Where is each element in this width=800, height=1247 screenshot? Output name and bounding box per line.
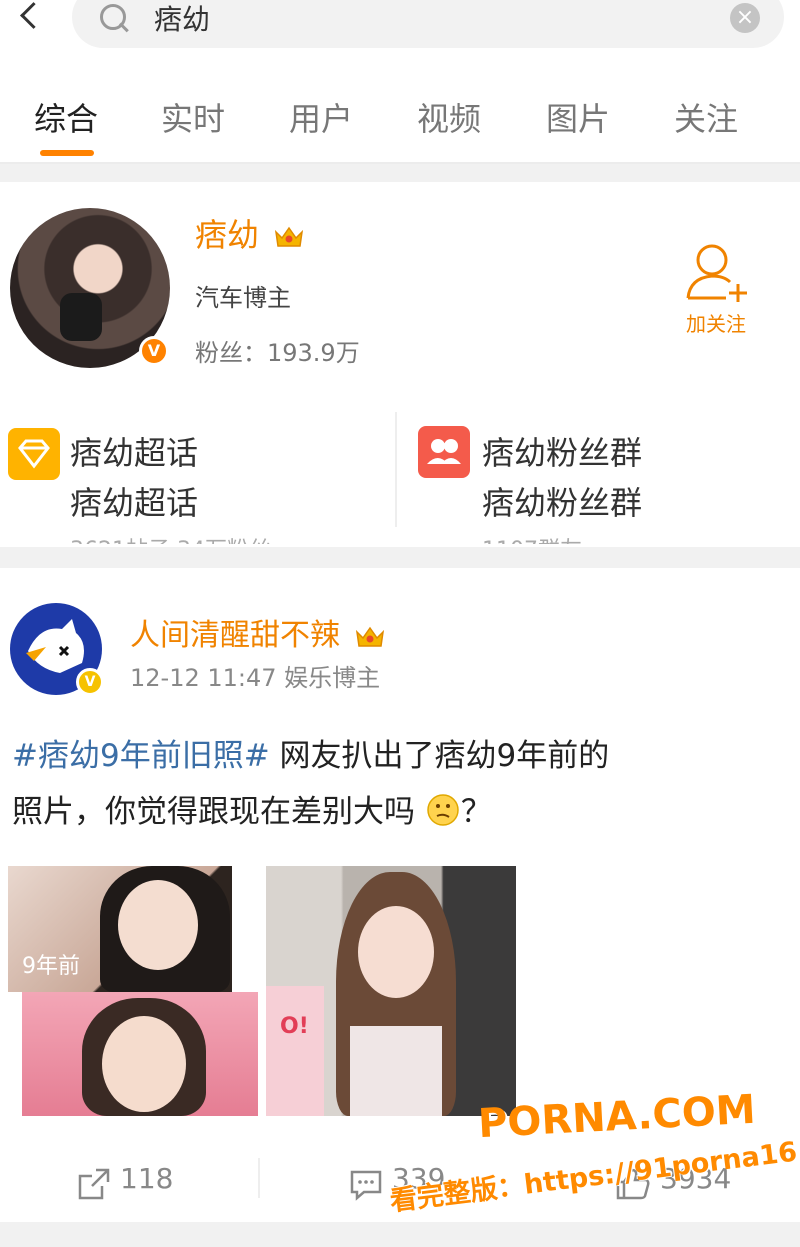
supertopic-title: 痞幼超话 bbox=[70, 434, 199, 472]
active-tab-indicator bbox=[40, 150, 94, 156]
divider bbox=[258, 1158, 260, 1198]
tab-images[interactable]: 图片 bbox=[546, 94, 610, 140]
photo-label: 9年前 bbox=[22, 954, 80, 979]
photo-side-text: O! bbox=[280, 1014, 309, 1039]
hashtag-link[interactable]: #痞幼9年前旧照# bbox=[12, 738, 270, 774]
fan-group-title: 痞幼粉丝群 bbox=[482, 434, 643, 472]
search-query: 痞幼 bbox=[154, 3, 211, 36]
crown-icon bbox=[355, 626, 384, 647]
tab-following[interactable]: 关注 bbox=[674, 94, 738, 140]
back-icon[interactable] bbox=[14, 0, 44, 36]
watermark-brand: PORNA.COM bbox=[476, 1086, 757, 1148]
image-detail bbox=[358, 906, 434, 998]
post-image-3[interactable]: O! bbox=[266, 866, 516, 1116]
add-user-icon bbox=[686, 244, 747, 302]
supertopic-item[interactable]: 痞幼超话 痞幼超话 3621帖子 34万粉丝 bbox=[0, 422, 395, 544]
share-icon bbox=[78, 1168, 110, 1200]
post-text-end: ？ bbox=[460, 794, 492, 830]
post-text: #痞幼9年前旧照# 网友扒出了痞幼9年前的 照片，你觉得跟现在差别大吗 ？ bbox=[12, 728, 792, 840]
supertopic-meta: 3621帖子 34万粉丝 bbox=[70, 532, 271, 544]
post-image-2[interactable] bbox=[22, 992, 258, 1116]
image-detail bbox=[350, 1026, 442, 1116]
tab-videos[interactable]: 视频 bbox=[417, 94, 481, 140]
avatar-image-detail bbox=[60, 293, 102, 341]
tab-bar: 综合 实时 用户 视频 图片 关注 bbox=[0, 88, 800, 162]
profile-name-row[interactable]: 痞幼 bbox=[195, 210, 305, 256]
author-name: 人间清醒甜不辣 bbox=[130, 618, 340, 653]
share-count: 118 bbox=[120, 1162, 174, 1195]
v-badge-icon: V bbox=[139, 336, 169, 366]
post-text-line-2: 照片，你觉得跟现在差别大吗 bbox=[12, 794, 415, 830]
post-text-line-1: 网友扒出了痞幼9年前的 bbox=[269, 738, 610, 774]
group-icon bbox=[418, 426, 470, 478]
crown-icon bbox=[275, 226, 304, 247]
profile-fans: 粉丝：193.9万 bbox=[195, 339, 360, 367]
post-image-1[interactable]: 9年前 bbox=[8, 866, 232, 992]
image-detail bbox=[118, 880, 198, 970]
image-detail bbox=[102, 1016, 186, 1112]
search-bar-row: 痞幼 × bbox=[0, 0, 800, 60]
comment-icon bbox=[350, 1170, 382, 1201]
search-input[interactable]: 痞幼 × bbox=[72, 0, 784, 48]
section-gap bbox=[0, 1222, 800, 1247]
tab-users[interactable]: 用户 bbox=[289, 94, 353, 140]
profile-name: 痞幼 bbox=[195, 216, 260, 254]
share-button[interactable]: 118 bbox=[76, 1162, 196, 1202]
supertopic-subtitle: 痞幼超话 bbox=[70, 484, 199, 522]
tab-realtime[interactable]: 实时 bbox=[161, 94, 225, 140]
fan-group-subtitle: 痞幼粉丝群 bbox=[482, 484, 643, 522]
thinking-emoji-icon bbox=[427, 794, 459, 826]
follow-label: 加关注 bbox=[686, 312, 746, 336]
fan-group-item[interactable]: 痞幼粉丝群 痞幼粉丝群 1107群友 bbox=[400, 422, 800, 544]
image-detail bbox=[266, 986, 324, 1116]
clear-icon[interactable]: × bbox=[730, 3, 760, 33]
fan-group-meta: 1107群友 bbox=[482, 532, 582, 544]
divider bbox=[395, 412, 397, 527]
section-gap bbox=[0, 164, 800, 182]
profile-description: 汽车博主 bbox=[195, 284, 291, 312]
tab-comprehensive[interactable]: 综合 bbox=[34, 94, 98, 140]
v-badge-icon: V bbox=[76, 668, 104, 696]
post-meta: 12-12 11:47 娱乐博主 bbox=[130, 664, 381, 692]
follow-button[interactable]: 加关注 bbox=[680, 240, 762, 340]
author-row[interactable]: 人间清醒甜不辣 bbox=[130, 610, 386, 654]
diamond-icon bbox=[8, 428, 60, 480]
section-gap bbox=[0, 547, 800, 568]
search-icon bbox=[98, 2, 130, 34]
